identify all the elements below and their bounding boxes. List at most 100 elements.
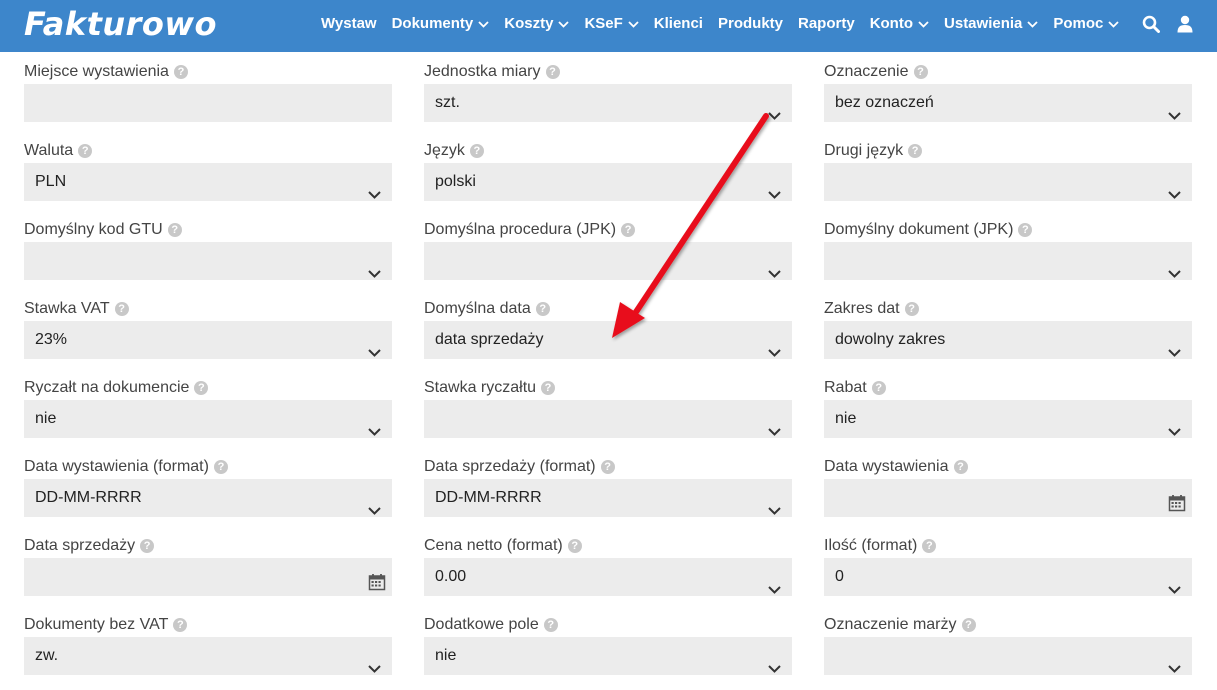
ilosc-format-select[interactable]: 0 (824, 558, 1192, 596)
field-oznaczenie: Oznaczenie? bez oznaczeń (824, 52, 1192, 131)
zakres-dat-select[interactable]: dowolny zakres (824, 321, 1192, 359)
help-icon[interactable]: ? (908, 144, 923, 158)
oznaczenie-select[interactable]: bez oznaczeń (824, 84, 1192, 122)
field-cena-netto-format: Cena netto (format)? 0.00 (424, 526, 792, 605)
help-icon[interactable]: ? (545, 65, 560, 79)
field-label-text: Rabat (824, 379, 867, 396)
data-sprzedazy-format-select[interactable]: DD-MM-RRRR (424, 479, 792, 517)
domyslny-dokument-jpk-select[interactable] (824, 242, 1192, 280)
help-icon[interactable]: ? (913, 65, 928, 79)
field-label: Miejsce wystawienia? (24, 62, 392, 82)
field-label: Waluta? (24, 141, 392, 161)
settings-form: Miejsce wystawienia? Jednostka miary? szt.… (24, 52, 1192, 684)
top-navbar: Fakturowo Wystaw Dokumenty Koszty KSeF Klien… (0, 0, 1217, 52)
chevron-down-icon (368, 492, 381, 530)
nav-item-wystaw[interactable]: Wystaw (321, 0, 377, 48)
nav-item-label: Koszty (504, 15, 554, 32)
help-icon[interactable]: ? (543, 618, 558, 632)
field-value: 23% (35, 331, 68, 348)
domyslna-procedura-jpk-select[interactable] (424, 242, 792, 280)
data-wystawienia-format-select[interactable]: DD-MM-RRRR (24, 479, 392, 517)
data-sprzedazy-date-input[interactable] (24, 558, 392, 596)
field-value: polski (435, 173, 476, 190)
chevron-down-icon (368, 650, 381, 688)
help-icon[interactable]: ? (567, 539, 582, 553)
help-icon[interactable]: ? (114, 302, 129, 316)
nav-item-ustawienia[interactable]: Ustawienia (944, 0, 1039, 48)
dodatkowe-pole-select[interactable]: nie (424, 637, 792, 675)
waluta-select[interactable]: PLN (24, 163, 392, 201)
field-label: Data wystawienia (format)? (24, 457, 392, 477)
app-logo[interactable]: Fakturowo (24, 4, 217, 44)
field-rabat: Rabat? nie (824, 368, 1192, 447)
dokumenty-bez-vat-select[interactable]: zw. (24, 637, 392, 675)
help-icon[interactable]: ? (78, 144, 93, 158)
help-icon[interactable]: ? (621, 223, 636, 237)
calendar-icon[interactable] (1168, 489, 1186, 527)
nav-item-konto[interactable]: Konto (870, 0, 929, 48)
help-icon[interactable]: ? (871, 381, 886, 395)
user-icon[interactable] (1174, 13, 1196, 35)
help-icon[interactable]: ? (1018, 223, 1033, 237)
help-icon[interactable]: ? (194, 381, 209, 395)
help-icon[interactable]: ? (535, 302, 550, 316)
help-icon[interactable]: ? (469, 144, 484, 158)
field-label: Zakres dat? (824, 299, 1192, 319)
field-label-text: Waluta (24, 142, 74, 159)
field-oznaczenie-marzy: Oznaczenie marży? (824, 605, 1192, 684)
nav-item-label: Ustawienia (944, 15, 1023, 32)
jednostka-miary-select[interactable]: szt. (424, 84, 792, 122)
chevron-down-icon (473, 0, 489, 48)
cena-netto-format-select[interactable]: 0.00 (424, 558, 792, 596)
chevron-down-icon (768, 413, 781, 451)
help-icon[interactable]: ? (173, 618, 188, 632)
field-label-text: Data sprzedaży (format) (424, 458, 596, 475)
help-icon[interactable]: ? (140, 539, 155, 553)
nav-item-raporty[interactable]: Raporty (798, 0, 855, 48)
domyslna-data-select[interactable]: data sprzedaży (424, 321, 792, 359)
field-domyslna-procedura-jpk: Domyślna procedura (JPK)? (424, 210, 792, 289)
field-label: Ilość (format)? (824, 536, 1192, 556)
help-icon[interactable]: ? (904, 302, 919, 316)
nav-item-ksef[interactable]: KSeF (584, 0, 639, 48)
field-stawka-ryczaltu: Stawka ryczałtu? (424, 368, 792, 447)
help-icon[interactable]: ? (922, 539, 937, 553)
help-icon[interactable]: ? (600, 460, 615, 474)
help-icon[interactable]: ? (961, 618, 976, 632)
help-icon[interactable]: ? (173, 65, 188, 79)
search-icon[interactable] (1140, 13, 1162, 35)
calendar-icon[interactable] (368, 568, 386, 606)
nav-item-pomoc[interactable]: Pomoc (1053, 0, 1120, 48)
nav-item-klienci[interactable]: Klienci (654, 0, 703, 48)
nav-item-produkty[interactable]: Produkty (718, 0, 783, 48)
field-miejsce-wystawienia: Miejsce wystawienia? (24, 52, 392, 131)
field-label: Drugi język? (824, 141, 1192, 161)
drugi-jezyk-select[interactable] (824, 163, 1192, 201)
stawka-vat-select[interactable]: 23% (24, 321, 392, 359)
miejsce-wystawienia-input[interactable] (24, 84, 392, 122)
field-value: nie (35, 410, 57, 427)
field-label-text: Data wystawienia (format) (24, 458, 209, 475)
field-label-text: Domyślna data (424, 300, 531, 317)
field-value: szt. (435, 94, 460, 111)
nav-item-dokumenty[interactable]: Dokumenty (392, 0, 490, 48)
stawka-ryczaltu-select[interactable] (424, 400, 792, 438)
chevron-down-icon (1168, 334, 1181, 372)
domyslny-kod-gtu-select[interactable] (24, 242, 392, 280)
help-icon[interactable]: ? (953, 460, 968, 474)
jezyk-select[interactable]: polski (424, 163, 792, 201)
nav-item-koszty[interactable]: Koszty (504, 0, 570, 48)
field-label: Data sprzedaży (format)? (424, 457, 792, 477)
rabat-select[interactable]: nie (824, 400, 1192, 438)
ryczalt-na-dokumencie-select[interactable]: nie (24, 400, 392, 438)
chevron-down-icon (768, 650, 781, 688)
field-data-wystawienia-format: Data wystawienia (format)? DD-MM-RRRR (24, 447, 392, 526)
chevron-down-icon (1168, 413, 1181, 451)
help-icon[interactable]: ? (541, 381, 556, 395)
field-label: Domyślna procedura (JPK)? (424, 220, 792, 240)
help-icon[interactable]: ? (213, 460, 228, 474)
data-wystawienia-date-input[interactable] (824, 479, 1192, 517)
oznaczenie-marzy-select[interactable] (824, 637, 1192, 675)
help-icon[interactable]: ? (167, 223, 182, 237)
field-label: Data wystawienia? (824, 457, 1192, 477)
